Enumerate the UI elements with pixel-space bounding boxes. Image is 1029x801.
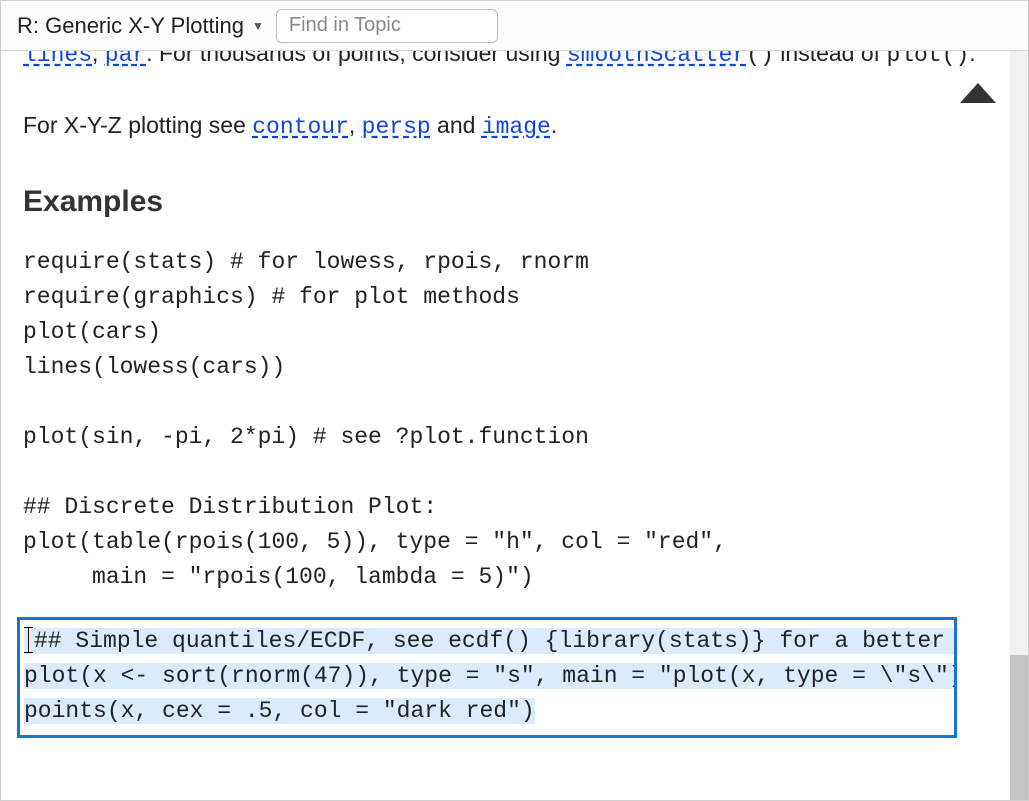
para-xyz-plotting: For X-Y-Z plotting see contour, persp an… [23,109,1000,143]
help-window: R: Generic X-Y Plotting ▼ lines, par. Fo… [0,0,1029,801]
topic-title-dropdown[interactable]: R: Generic X-Y Plotting ▼ [17,13,264,39]
selected-code-text: ## Simple quantiles/ECDF, see ecdf() {li… [24,628,957,724]
topic-title-text: R: Generic X-Y Plotting [17,13,244,39]
examples-heading: Examples [23,185,1000,219]
find-in-topic-input[interactable] [276,9,498,43]
link-persp[interactable]: persp [362,114,431,140]
document-viewport: lines, par. For thousands of points, con… [1,51,1028,800]
topbar: R: Generic X-Y Plotting ▼ [1,1,1028,51]
link-image[interactable]: image [482,114,551,140]
selected-code-block[interactable]: ## Simple quantiles/ECDF, see ecdf() {li… [17,617,957,738]
link-par[interactable]: par [105,51,146,68]
para-related-links: lines, par. For thousands of points, con… [23,51,1000,71]
link-contour[interactable]: contour [252,114,349,140]
link-smoothscatter[interactable]: smoothScatter [567,51,746,68]
text-cursor-icon [24,627,34,651]
scrollbar-thumb[interactable] [1010,655,1028,800]
link-lines[interactable]: lines [23,51,92,68]
document-body: lines, par. For thousands of points, con… [1,51,1010,800]
scrollbar-track[interactable] [1010,51,1028,800]
code-example-block: require(stats) # for lowess, rpois, rnor… [23,245,1000,595]
caret-down-icon: ▼ [252,19,264,33]
scroll-up-icon[interactable] [958,81,998,105]
